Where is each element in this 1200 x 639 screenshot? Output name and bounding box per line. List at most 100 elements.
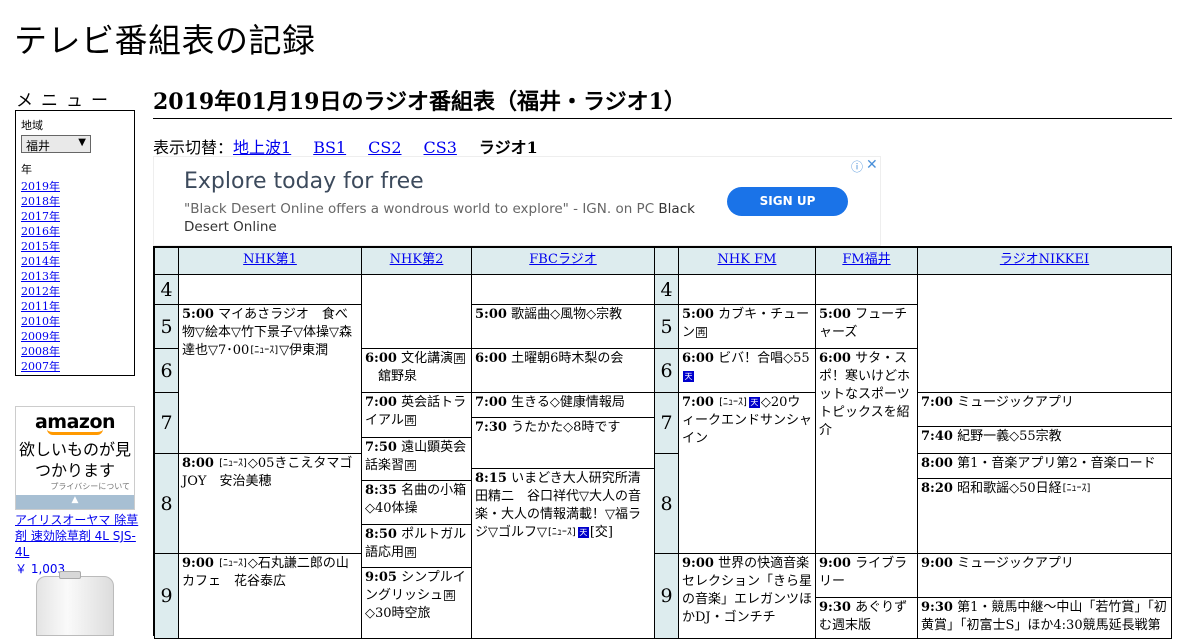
program-cell[interactable]: 6:00 サタ・スポ！寒いけどホットなスポーツトピックスを紹介 [815,348,918,554]
program-time: 8:20 [921,481,953,496]
rerun-icon: 再 [444,590,456,601]
year-link-2010[interactable]: 2010年 [21,314,129,329]
region-select[interactable]: 福井 ▼ [21,135,91,153]
program-time: 7:50 [365,440,397,455]
program-cell[interactable]: 7:50 遠山顕英会話楽習再 [361,437,472,481]
channel-link-nhk2[interactable]: NHK第2 [390,252,444,267]
program-cell[interactable]: 9:00 [ﾆｭｰｽ]◇石丸謙二郎の山カフェ 花谷泰広 [178,553,362,639]
program-cell[interactable]: 5:00 フューチャーズ [815,304,918,349]
channel-header-fmfukui: FM福井 [815,247,918,275]
schedule-table: NHK第1 NHK第2 FBCラジオ NHK FM FM福井 ラジオNIKKEI… [153,246,1172,639]
program-time: 9:00 [921,556,953,571]
program-cell[interactable]: 6:00 ビバ！合唱◇55 天 [678,348,816,393]
year-link-2016[interactable]: 2016年 [21,224,129,239]
amazon-privacy-link[interactable]: プライバシーについて [16,481,134,492]
year-label: 年 [21,163,32,176]
switch-link-terrestrial[interactable]: 地上波1 [233,138,291,157]
program-cell[interactable]: 8:50 ポルトガル語応用再 [361,524,472,568]
switch-current: ラジオ1 [478,138,538,157]
program-cell[interactable]: 7:40 紀野一義◇55宗教 [917,426,1172,454]
program-cell[interactable]: 7:30 うたかた◇8時です [471,417,655,469]
ad-body: "Black Desert Online offers a wondrous w… [184,200,704,236]
program-cell[interactable]: 5:00 マイあさラジオ 食べ物▽絵本▽竹下景子▽体操▽森達也▽7･00[ﾆｭｰ… [178,304,362,454]
product-price: ￥ 1,003 [15,562,66,576]
program-time: 5:00 [819,307,851,322]
year-link-2019[interactable]: 2019年 [21,179,129,194]
program-cell[interactable]: 9:30 第1・競馬中継〜中山「若竹賞」「初黄賞」「初富士S」ほか4:30競馬延… [917,597,1172,639]
ad-signup-button[interactable]: SIGN UP [727,187,848,216]
program-title: ミュージックアプリ [957,556,1074,571]
program-cell[interactable]: 8:35 名曲の小箱◇40体操 [361,480,472,525]
channel-link-nhk1[interactable]: NHK第1 [243,252,297,267]
rerun-icon: 再 [405,547,417,558]
program-cell-empty [678,274,816,305]
program-extra: ◇30時空旅 [365,606,431,621]
amazon-ad-bar[interactable]: ▲ [16,495,134,509]
site-title: テレビ番組表の記録 [14,21,316,60]
product-link[interactable]: アイリスオーヤマ 除草剤 速効除草剤 4L SJS-4L [15,512,140,560]
year-link-2011[interactable]: 2011年 [21,299,129,314]
program-title: 昭和歌謡◇50日経 [957,481,1062,496]
program-cell[interactable]: 5:00 カブキ・チューン再 [678,304,816,349]
program-cell[interactable]: 7:00 生きる◇健康情報局 [471,392,655,418]
program-cell[interactable]: 8:15 いまどき大人研究所清田精二 谷口祥代▽大人の音楽・大人の情報満載！▽福… [471,468,655,639]
hour-cell-6: 6 [154,348,179,393]
program-cell[interactable]: 9:00 ミュージックアプリ [917,553,1172,598]
rerun-icon: 再 [696,327,708,338]
program-cell[interactable]: 9:00 ライブラリー [815,553,918,598]
program-title: 紀野一義◇55宗教 [957,429,1062,444]
product-image[interactable] [36,571,114,636]
channel-link-nikkei[interactable]: ラジオNIKKEI [1000,252,1089,267]
year-link-2014[interactable]: 2014年 [21,254,129,269]
program-time: 5:00 [182,307,214,322]
year-link-2018[interactable]: 2018年 [21,194,129,209]
amazon-ad[interactable]: amazon 欲しいものが見つかります プライバシーについて ▲ [15,406,135,510]
program-cell[interactable]: 5:00 歌謡曲◇風物◇宗教 [471,304,655,349]
year-link-2017[interactable]: 2017年 [21,209,129,224]
program-cell[interactable]: 9:30 あぐりずむ週末版 [815,597,918,639]
channel-header-nhk1: NHK第1 [178,247,362,275]
program-time: 7:00 [682,395,714,410]
program-title: 第1・競馬中継〜中山「若竹賞」「初黄賞」「初富士S」ほか4:30競馬延長戦第 [921,600,1167,633]
hour-cell-9: 9 [154,553,179,639]
program-time: 6:00 [682,351,714,366]
program-cell-empty [815,274,918,305]
program-cell[interactable]: 8:20 昭和歌謡◇50日経[ﾆｭｰｽ] [917,478,1172,554]
channel-link-nhkfm[interactable]: NHK FM [718,252,777,267]
year-link-2009[interactable]: 2009年 [21,329,129,344]
ad-headline[interactable]: Explore today for free [184,169,424,194]
year-link-2012[interactable]: 2012年 [21,284,129,299]
program-cell[interactable]: 9:00 世界の快適音楽セレクション「きら星の音楽」エレガンツほかDJ・ゴンチチ [678,553,816,639]
menu-heading: メニュー [16,91,116,111]
program-time: 5:00 [475,307,507,322]
switch-link-bs1[interactable]: BS1 [313,138,346,157]
header-corner-mid [654,247,679,275]
product-bottle-cap [59,571,81,579]
program-cell[interactable]: 7:00 ミュージックアプリ [917,392,1172,427]
year-link-2013[interactable]: 2013年 [21,269,129,284]
program-cell[interactable]: 9:05 シンプルイングリッシュ 再◇30時空旅 [361,567,472,639]
news-icon: [ﾆｭｰｽ] [548,527,576,538]
program-cell[interactable]: 8:00 [ﾆｭｰｽ]◇05きこえタマゴJOY 安治美穂 [178,453,362,554]
hour-cell-7: 7 [154,392,179,454]
program-cell[interactable]: 6:00 土曜朝6時木梨の会 [471,348,655,393]
program-cell[interactable]: 7:00 英会話トライアル再 [361,392,472,438]
program-cell-empty [361,274,472,349]
ad-banner[interactable]: Explore today for free "Black Desert Onl… [153,156,881,246]
program-cell[interactable]: 8:00 第1・音楽アプリ第2・音楽ロード [917,453,1172,479]
channel-link-fbc[interactable]: FBCラジオ [529,252,597,267]
program-time: 6:00 [365,351,397,366]
program-cell[interactable]: 6:00 文化講演再舘野泉 [361,348,472,393]
channel-link-fmfukui[interactable]: FM福井 [842,252,890,267]
close-icon[interactable]: ✕ [866,157,878,173]
program-cell[interactable]: 7:00 [ﾆｭｰｽ] 天 ◇20ウィークエンドサンシャイン [678,392,816,554]
info-icon[interactable]: ⓘ [851,158,863,175]
year-link-2015[interactable]: 2015年 [21,239,129,254]
switch-link-cs2[interactable]: CS2 [368,138,401,157]
year-link-2007[interactable]: 2007年 [21,359,129,374]
program-extra: 舘野泉 [378,369,418,384]
weather-icon: 天 [748,397,760,408]
year-link-2008[interactable]: 2008年 [21,344,129,359]
page-title: 2019年01月19日のラジオ番組表（福井・ラジオ1） [153,84,1172,119]
switch-link-cs3[interactable]: CS3 [424,138,457,157]
